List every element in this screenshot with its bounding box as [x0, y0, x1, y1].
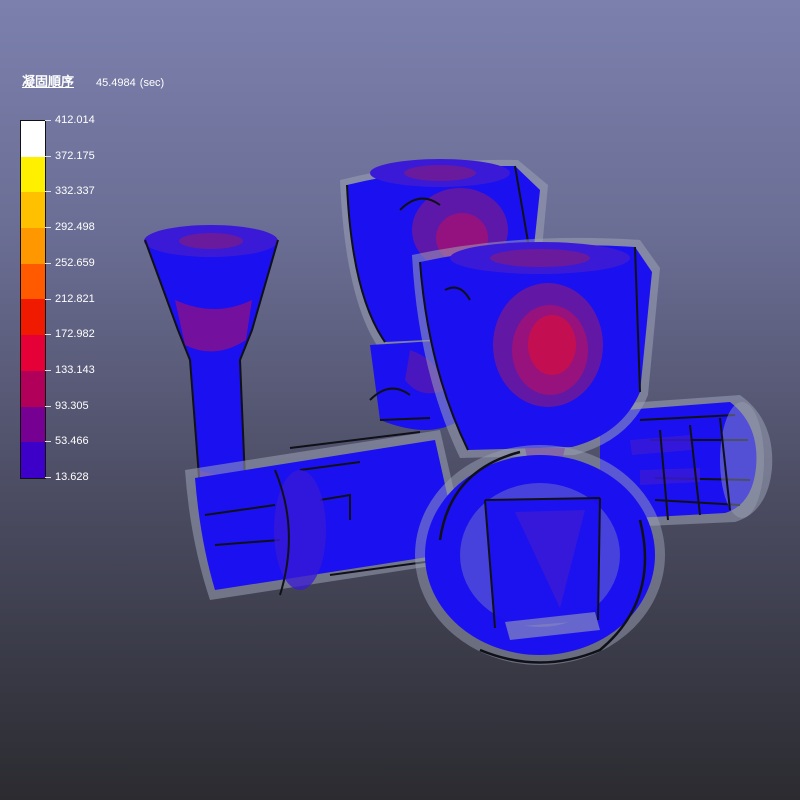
casting-model-viewport[interactable]: [0, 0, 800, 800]
ring-body: [415, 445, 665, 665]
